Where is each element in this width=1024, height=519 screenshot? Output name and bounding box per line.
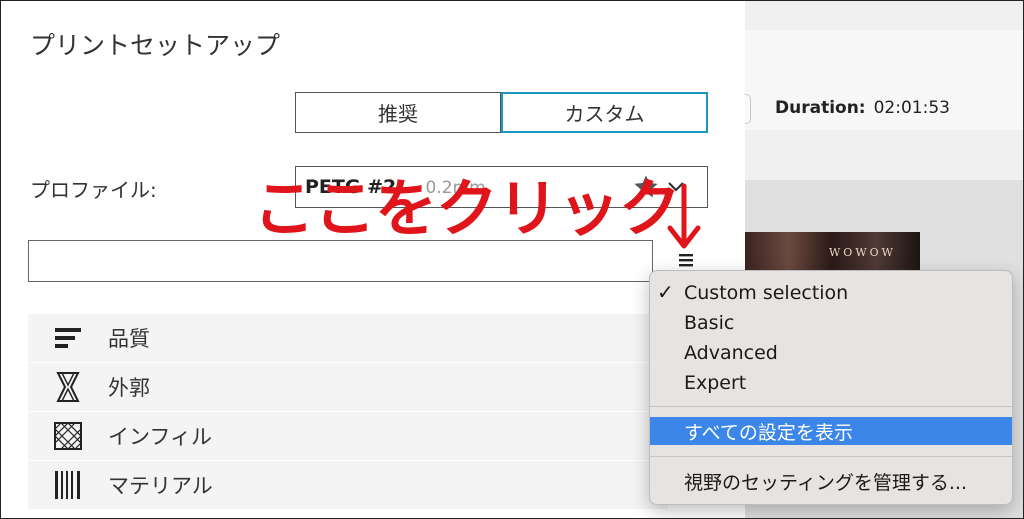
image-border bbox=[0, 0, 1024, 519]
